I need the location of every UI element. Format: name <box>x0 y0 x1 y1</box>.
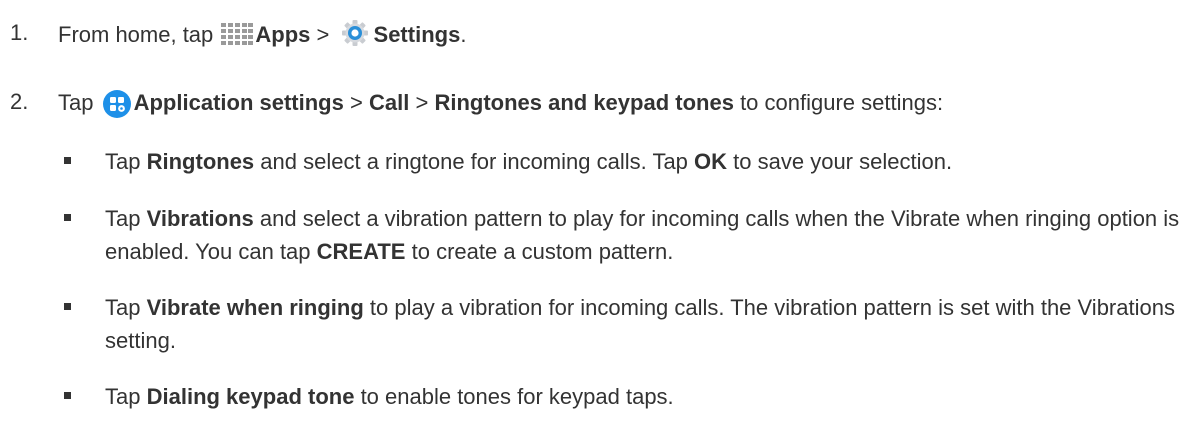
bullet-text: Tap Dialing keypad tone to enable tones … <box>105 380 1192 413</box>
ringtones-label: Ringtones <box>146 149 255 174</box>
bullet-mark <box>64 157 71 164</box>
step-number: 2. <box>10 89 29 114</box>
bullet-text-part: Tap <box>105 384 141 409</box>
bullet-text-part: Tap <box>105 206 141 231</box>
step-text-part: Tap <box>58 90 94 115</box>
create-label: CREATE <box>316 239 406 264</box>
vibrations-label: Vibrations <box>146 206 254 231</box>
bullet-text-part: Tap <box>105 149 141 174</box>
bullet-text-part: to create a custom pattern. <box>411 239 674 264</box>
settings-gear-icon <box>338 20 372 54</box>
vibrate-when-ringing-label: Vibrate when ringing <box>146 295 364 320</box>
apps-label: Apps <box>255 22 311 47</box>
bullet-text: Tap Vibrate when ringing to play a vibra… <box>105 291 1192 357</box>
application-settings-icon <box>102 89 132 122</box>
step-text-part: . <box>460 22 467 47</box>
ringtones-keypad-label: Ringtones and keypad tones <box>434 90 734 115</box>
ok-label: OK <box>694 149 728 174</box>
bullet-mark <box>64 392 71 399</box>
dialing-keypad-tone-label: Dialing keypad tone <box>146 384 355 409</box>
step-text-part: to configure settings: <box>740 90 944 115</box>
step-text-part: > <box>316 22 330 47</box>
bullet-mark <box>64 303 71 310</box>
step-text: From home, tap Apps > Settings. <box>58 20 466 54</box>
bullet-text-part: Tap <box>105 295 141 320</box>
step-text: Tap Application settings > Call > Ringto… <box>58 89 943 122</box>
bullet-text-part: to enable tones for keypad taps. <box>360 384 674 409</box>
application-settings-label: Application settings <box>133 90 344 115</box>
step-text-part: > <box>349 90 363 115</box>
bullet-text: Tap Ringtones and select a ringtone for … <box>105 145 1192 178</box>
settings-label: Settings <box>373 22 461 47</box>
apps-grid-icon <box>221 22 254 54</box>
step-text-part: > <box>415 90 429 115</box>
bullet-text-part: and select a ringtone for incoming calls… <box>260 149 688 174</box>
bullet-mark <box>64 214 71 221</box>
bullet-text-part: to save your selection. <box>733 149 953 174</box>
step-number: 1. <box>10 20 29 45</box>
bullet-text: Tap Vibrations and select a vibration pa… <box>105 202 1192 268</box>
call-label: Call <box>368 90 410 115</box>
step-text-part: From home, tap <box>58 22 214 47</box>
